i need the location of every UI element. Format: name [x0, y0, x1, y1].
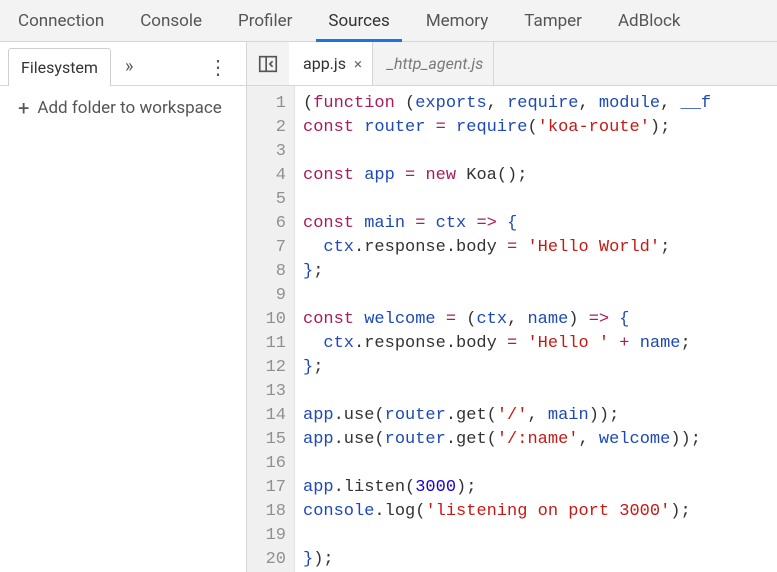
- line-number[interactable]: 10: [247, 308, 286, 332]
- file-tab--http-agent-js[interactable]: _http_agent.js: [373, 42, 494, 85]
- plus-icon: +: [18, 98, 29, 118]
- line-number[interactable]: 18: [247, 500, 286, 524]
- code-line: app.use(router.get('/', main));: [303, 404, 711, 428]
- line-number[interactable]: 5: [247, 188, 286, 212]
- navigator-toggle-button[interactable]: [247, 42, 289, 85]
- sidebar-tab-filesystem[interactable]: Filesystem: [8, 48, 111, 86]
- add-folder-button[interactable]: + Add folder to workspace: [0, 86, 246, 130]
- line-number[interactable]: 6: [247, 212, 286, 236]
- code-content: (function (exports, require, module, __f…: [295, 86, 711, 572]
- panel-tab-label: Connection: [18, 11, 104, 31]
- panel-tab-sources[interactable]: Sources: [310, 0, 407, 41]
- code-line: const app = new Koa();: [303, 164, 711, 188]
- code-line: });: [303, 548, 711, 572]
- line-number[interactable]: 8: [247, 260, 286, 284]
- file-tab-label: app.js: [303, 54, 346, 73]
- panel-tab-label: Memory: [426, 11, 488, 31]
- code-line: console.log('listening on port 3000');: [303, 500, 711, 524]
- add-folder-label: Add folder to workspace: [37, 98, 221, 118]
- code-line: ctx.response.body = 'Hello ' + name;: [303, 332, 711, 356]
- code-line: [303, 140, 711, 164]
- panel-tab-adblock[interactable]: AdBlock: [600, 0, 699, 41]
- code-line: };: [303, 260, 711, 284]
- sidebar-tab-bar: Filesystem » ⋮: [0, 42, 246, 86]
- panel-tab-connection[interactable]: Connection: [0, 0, 122, 41]
- code-line: };: [303, 356, 711, 380]
- code-line: [303, 380, 711, 404]
- panel-tab-label: Console: [140, 11, 202, 31]
- panel-tab-bar: Connection Console Profiler Sources Memory Ta…: [0, 0, 777, 42]
- line-number[interactable]: 14: [247, 404, 286, 428]
- line-number[interactable]: 15: [247, 428, 286, 452]
- line-number[interactable]: 3: [247, 140, 286, 164]
- code-line: ctx.response.body = 'Hello World';: [303, 236, 711, 260]
- panel-tab-console[interactable]: Console: [122, 0, 220, 41]
- line-number[interactable]: 4: [247, 164, 286, 188]
- sidebar-more-button[interactable]: ⋮: [198, 55, 238, 79]
- chevron-right-double-icon: »: [125, 56, 133, 77]
- sidebar-tab-label: Filesystem: [21, 58, 98, 77]
- line-number[interactable]: 12: [247, 356, 286, 380]
- code-line: app.listen(3000);: [303, 476, 711, 500]
- line-number[interactable]: 20: [247, 548, 286, 572]
- line-number[interactable]: 7: [247, 236, 286, 260]
- panel-tab-memory[interactable]: Memory: [408, 0, 506, 41]
- line-number[interactable]: 19: [247, 524, 286, 548]
- line-number[interactable]: 1: [247, 92, 286, 116]
- code-line: const main = ctx => {: [303, 212, 711, 236]
- line-number[interactable]: 9: [247, 284, 286, 308]
- code-line: [303, 452, 711, 476]
- panel-tab-label: Tamper: [524, 11, 582, 31]
- code-editor[interactable]: 1234567891011121314151617181920 (functio…: [247, 86, 777, 572]
- sidebar: Filesystem » ⋮ + Add folder to workspace: [0, 42, 247, 572]
- kebab-icon: ⋮: [208, 55, 228, 79]
- main-area: Filesystem » ⋮ + Add folder to workspace: [0, 42, 777, 572]
- code-line: (function (exports, require, module, __f: [303, 92, 711, 116]
- line-number[interactable]: 13: [247, 380, 286, 404]
- code-line: const welcome = (ctx, name) => {: [303, 308, 711, 332]
- sidebar-toggle-icon: [257, 53, 279, 75]
- editor-pane: app.js×_http_agent.js 123456789101112131…: [247, 42, 777, 572]
- panel-tab-label: Profiler: [238, 11, 292, 31]
- code-line: [303, 284, 711, 308]
- code-line: const router = require('koa-route');: [303, 116, 711, 140]
- sidebar-content: + Add folder to workspace: [0, 86, 246, 572]
- code-line: [303, 524, 711, 548]
- code-line: [303, 188, 711, 212]
- file-tab-app-js[interactable]: app.js ×: [289, 42, 373, 85]
- panel-tab-label: Sources: [328, 11, 389, 31]
- panel-tab-tamper[interactable]: Tamper: [506, 0, 600, 41]
- line-number[interactable]: 2: [247, 116, 286, 140]
- close-icon[interactable]: ×: [354, 55, 362, 73]
- line-number[interactable]: 11: [247, 332, 286, 356]
- line-number[interactable]: 16: [247, 452, 286, 476]
- panel-tab-label: AdBlock: [618, 11, 681, 31]
- panel-tab-profiler[interactable]: Profiler: [220, 0, 310, 41]
- sidebar-overflow-button[interactable]: »: [117, 56, 141, 77]
- code-line: app.use(router.get('/:name', welcome));: [303, 428, 711, 452]
- editor-tab-bar: app.js × _http_agent.js: [247, 42, 777, 86]
- file-tab-label: _http_agent.js: [387, 54, 483, 73]
- line-number[interactable]: 17: [247, 476, 286, 500]
- line-number-gutter: 1234567891011121314151617181920: [247, 86, 295, 572]
